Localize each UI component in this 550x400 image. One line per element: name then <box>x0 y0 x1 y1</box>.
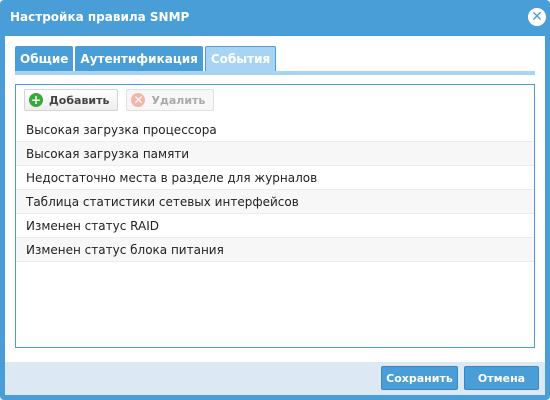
event-name: Высокая загрузка процессора <box>26 122 217 137</box>
list-item[interactable]: Недостаточно места в разделе для журнало… <box>16 166 534 190</box>
add-button-label: Добавить <box>49 93 110 107</box>
events-panel: + Добавить ✕ Удалить Высокая загрузка пр… <box>15 84 535 348</box>
title-bar[interactable]: Настройка правила SNMP ✕ <box>0 0 550 36</box>
tab-events[interactable]: События <box>204 46 277 71</box>
event-name: Таблица статистики сетевых интерфейсов <box>26 194 299 209</box>
event-name: Недостаточно места в разделе для журнало… <box>26 170 318 185</box>
list-item[interactable]: Таблица статистики сетевых интерфейсов <box>16 190 534 214</box>
tab-label: Аутентификация <box>80 51 198 66</box>
tab-label: Общие <box>20 51 69 66</box>
events-toolbar: + Добавить ✕ Удалить <box>24 89 222 113</box>
cancel-button[interactable]: Отмена <box>464 366 539 390</box>
tab-strip <box>15 71 535 75</box>
tab-bar: Общие Аутентификация События <box>15 46 278 74</box>
list-item[interactable]: Изменен статус блока питания <box>16 238 534 262</box>
close-icon: ✕ <box>531 9 543 25</box>
list-item[interactable]: Изменен статус RAID <box>16 214 534 238</box>
list-item[interactable]: Высокая загрузка процессора <box>16 118 534 142</box>
event-name: Высокая загрузка памяти <box>26 146 190 161</box>
close-button[interactable]: ✕ <box>528 8 546 26</box>
events-list: Высокая загрузка процессора Высокая загр… <box>16 118 534 262</box>
dialog-footer: Сохранить Отмена <box>5 362 545 395</box>
dialog-window: Настройка правила SNMP ✕ Общие Аутентифи… <box>0 0 550 400</box>
tab-authentication[interactable]: Аутентификация <box>75 46 203 71</box>
list-item[interactable]: Высокая загрузка памяти <box>16 142 534 166</box>
add-button[interactable]: + Добавить <box>24 89 119 111</box>
plus-circle-icon: + <box>29 93 43 107</box>
tab-label: События <box>210 52 271 66</box>
event-name: Изменен статус блока питания <box>26 242 224 257</box>
save-button[interactable]: Сохранить <box>381 366 458 390</box>
event-name: Изменен статус RAID <box>26 218 159 233</box>
dialog-body: Общие Аутентификация События + Добавить … <box>5 36 545 362</box>
delete-button[interactable]: ✕ Удалить <box>126 89 215 111</box>
tab-general[interactable]: Общие <box>15 46 74 71</box>
x-circle-icon: ✕ <box>131 93 146 107</box>
dialog-title: Настройка правила SNMP <box>10 10 190 24</box>
delete-button-label: Удалить <box>151 93 206 107</box>
